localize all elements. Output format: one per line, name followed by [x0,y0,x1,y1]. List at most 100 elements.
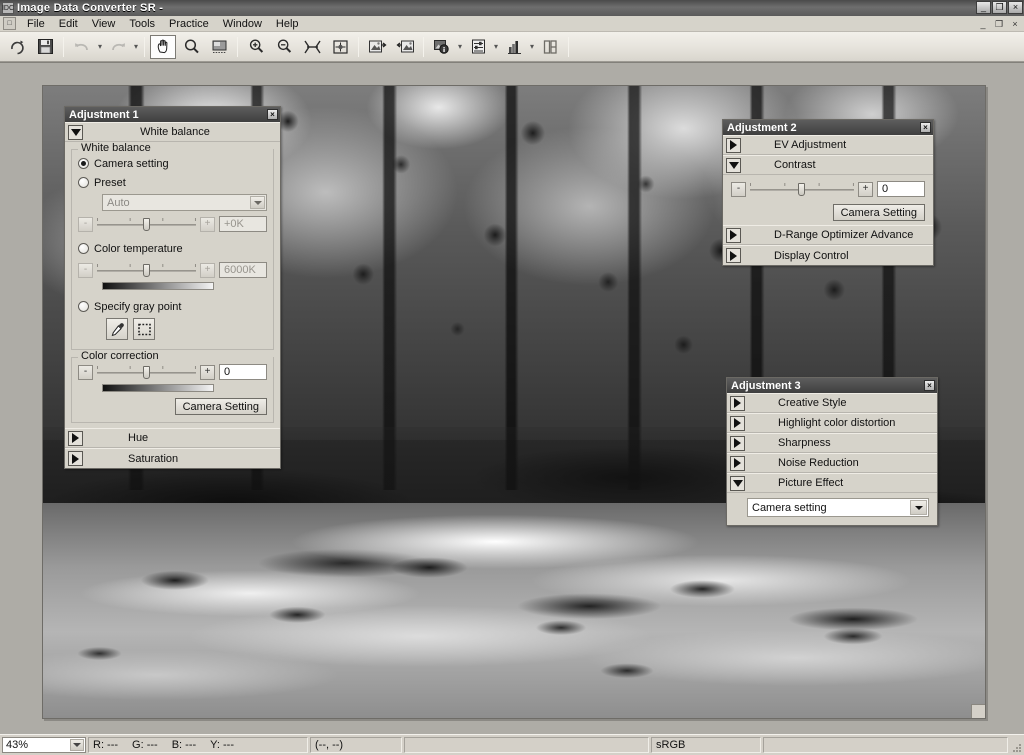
adjustment-2-close-button[interactable]: × [920,122,931,133]
menu-item-file[interactable]: File [20,17,52,31]
chevron-right-icon[interactable] [730,455,745,471]
color-correction-decrement-button[interactable]: - [78,364,93,380]
marquee-icon[interactable] [133,318,155,340]
picture-effect-combo[interactable]: Camera setting [747,498,929,517]
redo-icon[interactable] [105,35,131,59]
document-resize-corner[interactable] [971,704,985,718]
contrast-increment-button[interactable]: + [858,181,873,197]
adjustment-3-title-bar[interactable]: Adjustment 3 × [727,378,937,393]
contrast-slider-thumb[interactable] [797,182,805,196]
section-display-control[interactable]: Display Control [723,245,933,265]
adjustment-2-title-bar[interactable]: Adjustment 2 × [723,120,933,135]
radio-specify-gray-point[interactable]: Specify gray point [78,298,267,315]
actual-pixels-icon[interactable] [327,35,353,59]
section-picture-effect[interactable]: Picture Effect [727,473,937,493]
histogram-icon[interactable] [501,35,527,59]
zoom-level-combo[interactable]: 43% [2,737,86,753]
minimize-button[interactable]: _ [976,1,991,14]
magnifier-tool-icon[interactable] [178,35,204,59]
section-contrast[interactable]: Contrast [723,155,933,175]
chevron-right-icon[interactable] [730,415,745,431]
preset-slider[interactable] [97,217,196,232]
menu-item-practice[interactable]: Practice [162,17,216,31]
mdi-restore-button[interactable]: ❐ [992,18,1006,30]
section-noise-reduction[interactable]: Noise Reduction [727,453,937,473]
chevron-down-icon[interactable] [70,739,84,751]
color-temperature-decrement-button[interactable]: - [78,262,93,278]
histogram-dropdown-icon[interactable]: ▾ [528,36,536,58]
rotate-icon[interactable] [4,35,30,59]
window-resize-grip[interactable] [1008,735,1024,755]
color-correction-value-field[interactable]: 0 [219,364,267,380]
document-system-icon[interactable]: □ [3,17,16,30]
chevron-right-icon[interactable] [730,435,745,451]
radio-color-temperature-indicator[interactable] [78,243,89,254]
contrast-slider[interactable] [750,182,854,197]
menu-item-window[interactable]: Window [216,17,269,31]
maximize-button[interactable]: ❐ [992,1,1007,14]
preset-combo[interactable]: Auto [102,194,267,211]
section-sharpness[interactable]: Sharpness [727,433,937,453]
preset-increment-button[interactable]: + [200,216,215,232]
adjustment-dropdown-icon[interactable]: ▾ [492,36,500,58]
section-creative-style[interactable]: Creative Style [727,393,937,413]
chevron-right-icon[interactable] [730,395,745,411]
radio-preset[interactable]: Preset [78,174,267,191]
image-info-icon[interactable] [429,35,455,59]
section-white-balance[interactable]: White balance [65,122,280,142]
chevron-down-icon[interactable] [68,124,83,140]
color-temperature-slider-row[interactable]: - + 6000K [78,262,267,278]
section-drange-optimizer[interactable]: D-Range Optimizer Advance [723,225,933,245]
section-saturation[interactable]: Saturation [65,448,280,468]
contrast-slider-row[interactable]: - + 0 [731,181,925,197]
chevron-down-icon[interactable] [910,500,927,515]
color-temperature-value-field[interactable]: 6000K [219,262,267,278]
chevron-down-icon[interactable] [250,196,265,209]
contrast-decrement-button[interactable]: - [731,181,746,197]
preset-slider-thumb[interactable] [142,217,150,231]
adjustment-3-palette[interactable]: Adjustment 3 × Creative Style Highlight … [726,377,938,526]
image-info-dropdown-icon[interactable]: ▾ [456,36,464,58]
color-temperature-slider-thumb[interactable] [142,263,150,277]
chevron-right-icon[interactable] [726,227,741,243]
contrast-camera-setting-button[interactable]: Camera Setting [832,204,925,221]
chevron-right-icon[interactable] [68,430,83,446]
redo-dropdown-icon[interactable]: ▾ [132,36,140,58]
radio-color-temperature[interactable]: Color temperature [78,240,267,257]
color-correction-slider-thumb[interactable] [142,365,150,379]
adjustment-1-title-bar[interactable]: Adjustment 1 × [65,107,280,122]
color-correction-slider-row[interactable]: - + 0 [78,364,267,380]
chevron-right-icon[interactable] [726,248,741,263]
color-temperature-slider[interactable] [97,263,196,278]
menu-item-view[interactable]: View [85,17,123,31]
radio-preset-indicator[interactable] [78,177,89,188]
zoom-out-icon[interactable] [271,35,297,59]
import-image-icon[interactable] [364,35,390,59]
menu-item-edit[interactable]: Edit [52,17,85,31]
close-button[interactable]: × [1008,1,1023,14]
color-correction-camera-setting-button[interactable]: Camera Setting [174,398,267,415]
fit-screen-icon[interactable] [299,35,325,59]
color-correction-increment-button[interactable]: + [200,364,215,380]
radio-camera-setting-indicator[interactable] [78,158,89,169]
section-hue[interactable]: Hue [65,428,280,448]
preset-slider-row[interactable]: - + +0K [78,216,267,232]
mdi-minimize-button[interactable]: _ [976,18,990,30]
chevron-right-icon[interactable] [726,137,741,153]
zoom-in-icon[interactable] [243,35,269,59]
crop-tool-icon[interactable] [206,35,232,59]
contrast-value-field[interactable]: 0 [877,181,925,197]
save-icon[interactable] [32,35,58,59]
compare-view-icon[interactable] [537,35,563,59]
undo-dropdown-icon[interactable]: ▾ [96,36,104,58]
undo-icon[interactable] [69,35,95,59]
adjustment-icon[interactable] [465,35,491,59]
hand-tool-icon[interactable] [150,34,176,59]
color-temperature-increment-button[interactable]: + [200,262,215,278]
menu-item-tools[interactable]: Tools [122,17,162,31]
section-ev-adjustment[interactable]: EV Adjustment [723,135,933,155]
preset-decrement-button[interactable]: - [78,216,93,232]
radio-camera-setting[interactable]: Camera setting [78,155,267,172]
chevron-down-icon[interactable] [730,475,745,491]
chevron-right-icon[interactable] [68,451,83,466]
